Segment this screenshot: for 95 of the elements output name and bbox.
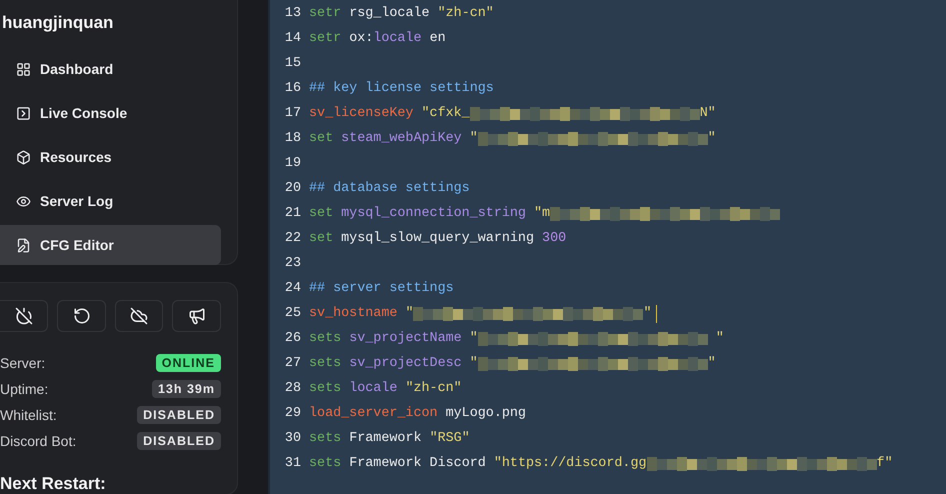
eye-icon xyxy=(16,194,31,208)
code-token: sets xyxy=(309,431,342,446)
code-token: sv_projectName xyxy=(348,331,462,346)
line-number: 20 xyxy=(284,181,301,196)
code-token: ## database settings xyxy=(309,181,470,196)
restart-button[interactable] xyxy=(57,300,106,332)
code-editor[interactable] xyxy=(268,0,946,494)
line-number: 29 xyxy=(284,406,301,421)
code-token: " xyxy=(404,306,414,321)
code-token: sets xyxy=(309,356,342,371)
code-token: set xyxy=(309,231,334,246)
line-number: 24 xyxy=(284,281,301,296)
nav-item[interactable]: Dashboard xyxy=(0,49,221,89)
code-token: en xyxy=(428,31,446,46)
line-number: 15 xyxy=(284,56,301,71)
nav-item[interactable]: Server Log xyxy=(0,181,221,221)
code-token: mysql_connection_string xyxy=(340,206,526,221)
code-token: steam_webApiKey xyxy=(340,131,462,146)
line-number: 30 xyxy=(284,431,301,446)
code-token: setr xyxy=(309,31,342,46)
line-number: 13 xyxy=(284,6,301,21)
code-token: Framework Discord xyxy=(348,456,487,471)
megaphone-icon xyxy=(188,307,206,325)
username: huangjinquan xyxy=(2,13,114,33)
code-token: locale xyxy=(348,381,398,396)
status-badge: DISABLED xyxy=(137,406,221,424)
code-token: "zh-cn" xyxy=(438,6,494,21)
code-token: locale xyxy=(373,31,422,46)
next-restart-heading: Next Restart: xyxy=(0,474,107,494)
code-token: ox: xyxy=(348,31,374,46)
nav-item[interactable]: CFG Editor xyxy=(0,225,221,265)
line-number: 19 xyxy=(284,156,301,171)
line-number: 14 xyxy=(284,31,301,46)
code-token: Framework xyxy=(348,431,423,446)
code-token: "cfxk_ xyxy=(420,106,470,121)
code-token: " xyxy=(643,306,652,321)
line-number: 26 xyxy=(284,331,301,346)
announce-button[interactable] xyxy=(172,300,221,332)
terminal-icon xyxy=(16,106,31,120)
line-number: 25 xyxy=(284,306,301,321)
code-token: myLogo.png xyxy=(444,406,526,421)
status-label: Whitelist: xyxy=(0,407,57,423)
code-token: ## key license settings xyxy=(309,81,494,96)
nav-item[interactable]: Resources xyxy=(0,137,221,177)
code-token: " xyxy=(714,331,724,346)
code-token: setr xyxy=(309,6,342,21)
power-off-button[interactable] xyxy=(0,300,48,332)
code-token: " xyxy=(468,356,478,371)
code-token: set xyxy=(309,131,334,146)
status-label: Uptime: xyxy=(0,381,48,397)
code-token: set xyxy=(309,206,334,221)
cloud-off-button[interactable] xyxy=(114,300,164,332)
dashboard-icon xyxy=(16,62,31,76)
status-badge: 13h 39m xyxy=(152,380,221,398)
code-token: rsg_locale xyxy=(348,6,431,21)
text-cursor xyxy=(656,304,657,322)
code-token: sets xyxy=(309,381,342,396)
code-token: sv_hostname xyxy=(309,306,398,321)
code-token: "zh-cn" xyxy=(404,381,462,396)
code-token: "RSG" xyxy=(430,431,470,446)
cube-icon xyxy=(16,150,31,164)
line-number: 23 xyxy=(284,256,301,271)
code-token: " xyxy=(708,131,716,146)
code-token: f" xyxy=(876,456,893,471)
restart-icon xyxy=(72,307,91,325)
line-number: 22 xyxy=(284,231,301,246)
code-token: "https://discord.gg xyxy=(494,456,647,471)
line-number: 31 xyxy=(284,456,301,471)
cloud-off-icon xyxy=(130,307,148,325)
file-pen-icon xyxy=(16,238,31,252)
line-number: 21 xyxy=(284,206,301,221)
code-token: " xyxy=(468,131,478,146)
code-token: sv_licenseKey xyxy=(309,106,414,121)
code-token: mysql_slow_query_warning xyxy=(340,231,536,246)
line-number: 28 xyxy=(284,381,301,396)
code-token: 300 xyxy=(542,231,566,246)
status-label: Discord Bot: xyxy=(0,433,76,449)
status-badge: ONLINE xyxy=(156,354,221,372)
code-token: ## server settings xyxy=(309,281,454,296)
code-token: " xyxy=(468,331,478,346)
status-badge: DISABLED xyxy=(137,432,221,450)
code-token: "m xyxy=(533,206,550,221)
nav-item[interactable]: Live Console xyxy=(0,93,221,133)
code-token: sets xyxy=(309,456,342,471)
code-token: " xyxy=(708,356,716,371)
line-number: 16 xyxy=(284,81,301,96)
code-token: N" xyxy=(700,106,716,121)
status-label: Server: xyxy=(0,355,46,371)
line-number: 18 xyxy=(284,131,301,146)
line-number: 17 xyxy=(284,106,301,121)
line-number: 27 xyxy=(284,356,301,371)
power-off-icon xyxy=(14,307,33,325)
code-token: sets xyxy=(309,331,342,346)
code-token: load_server_icon xyxy=(309,406,438,421)
code-token: sv_projectDesc xyxy=(348,356,462,371)
